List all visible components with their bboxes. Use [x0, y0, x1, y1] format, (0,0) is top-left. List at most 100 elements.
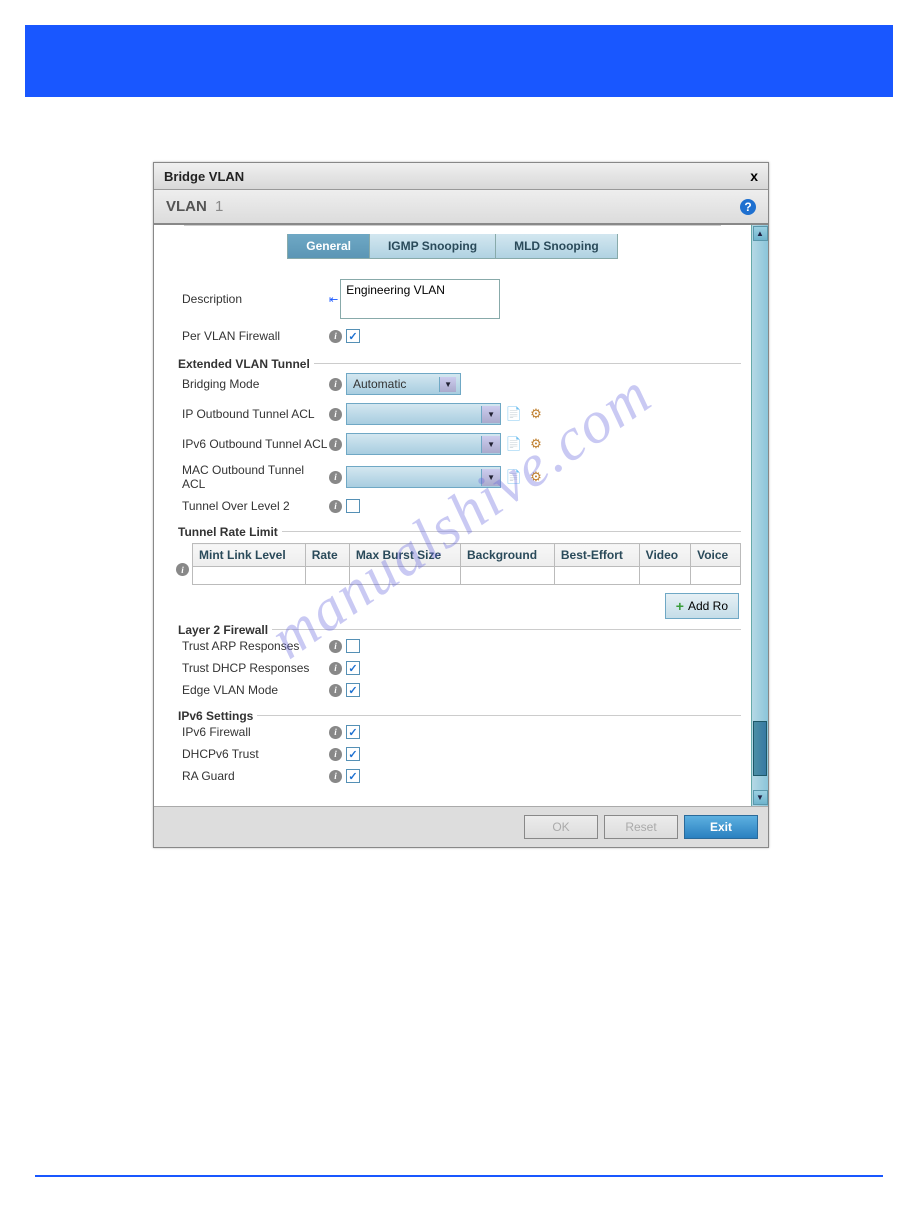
reset-button[interactable]: Reset — [604, 815, 678, 839]
info-icon[interactable]: i — [329, 726, 342, 739]
row-mac-outbound-acl: MAC Outbound Tunnel ACL i 📄 ⚙ — [174, 463, 741, 491]
trust-arp-checkbox[interactable] — [346, 639, 360, 653]
info-icon[interactable]: i — [329, 748, 342, 761]
tab-strip: General IGMP Snooping MLD Snooping — [184, 225, 721, 259]
scrollbar[interactable]: ▲ ▼ — [751, 225, 768, 806]
dhcpv6-trust-label: DHCPv6 Trust — [174, 747, 329, 761]
col-voice[interactable]: Voice — [691, 544, 741, 567]
ipv6-outbound-acl-dropdown[interactable] — [346, 433, 501, 455]
scroll-down-icon[interactable]: ▼ — [753, 790, 768, 805]
trust-dhcp-label: Trust DHCP Responses — [174, 661, 329, 675]
ipv6-outbound-acl-label: IPv6 Outbound Tunnel ACL — [174, 437, 329, 451]
ipv6-fieldset: IPv6 Settings — [174, 705, 741, 725]
mac-outbound-acl-dropdown[interactable] — [346, 466, 501, 488]
col-background[interactable]: Background — [461, 544, 555, 567]
info-icon[interactable]: i — [329, 770, 342, 783]
dialog-footer: OK Reset Exit — [154, 806, 768, 847]
info-icon[interactable]: i — [329, 500, 342, 513]
info-icon[interactable]: i — [329, 408, 342, 421]
add-acl-icon[interactable]: 📄 — [505, 435, 523, 453]
info-icon[interactable]: i — [176, 563, 189, 576]
l2-firewall-fieldset: Layer 2 Firewall — [174, 619, 741, 639]
vlan-label: VLAN 1 — [166, 198, 223, 215]
tab-mld-snooping[interactable]: MLD Snooping — [496, 234, 618, 259]
row-ipv6-firewall: IPv6 Firewall i — [174, 725, 741, 739]
ipv6-firewall-checkbox[interactable] — [346, 725, 360, 739]
info-icon[interactable]: i — [329, 662, 342, 675]
rate-limit-legend: Tunnel Rate Limit — [174, 521, 278, 541]
tab-general[interactable]: General — [287, 234, 370, 259]
mac-outbound-acl-label: MAC Outbound Tunnel ACL — [174, 463, 329, 491]
ip-outbound-acl-dropdown[interactable] — [346, 403, 501, 425]
table-header-row: Mint Link Level Rate Max Burst Size Back… — [193, 544, 741, 567]
dialog-header: Bridge VLAN x — [154, 163, 768, 190]
trust-dhcp-checkbox[interactable] — [346, 661, 360, 675]
info-icon[interactable]: i — [329, 330, 342, 343]
ok-button[interactable]: OK — [524, 815, 598, 839]
add-acl-icon[interactable]: 📄 — [505, 405, 523, 423]
anchor-icon: ⇤ — [329, 293, 338, 306]
row-ipv6-outbound-acl: IPv6 Outbound Tunnel ACL i 📄 ⚙ — [174, 433, 741, 455]
description-input[interactable] — [340, 279, 500, 319]
col-best-effort[interactable]: Best-Effort — [554, 544, 639, 567]
footer-divider — [35, 1175, 883, 1177]
row-ra-guard: RA Guard i — [174, 769, 741, 783]
settings-icon[interactable]: ⚙ — [527, 435, 545, 453]
info-icon[interactable]: i — [329, 438, 342, 451]
plus-icon: + — [676, 598, 684, 614]
info-icon[interactable]: i — [329, 640, 342, 653]
rate-limit-table: Mint Link Level Rate Max Burst Size Back… — [192, 543, 741, 585]
vlan-number: 1 — [215, 198, 223, 215]
col-burst[interactable]: Max Burst Size — [349, 544, 460, 567]
row-trust-arp: Trust ARP Responses i — [174, 639, 741, 653]
l2-firewall-legend: Layer 2 Firewall — [174, 619, 268, 639]
add-row-button[interactable]: + Add Ro — [665, 593, 739, 619]
top-banner — [25, 25, 893, 97]
dialog-body: General IGMP Snooping MLD Snooping Descr… — [154, 225, 768, 806]
bridging-mode-label: Bridging Mode — [174, 377, 329, 391]
close-icon[interactable]: x — [750, 168, 758, 184]
rate-limit-table-wrap: Mint Link Level Rate Max Burst Size Back… — [192, 543, 741, 585]
extended-tunnel-fieldset: Extended VLAN Tunnel — [174, 353, 741, 373]
col-rate[interactable]: Rate — [305, 544, 349, 567]
row-trust-dhcp: Trust DHCP Responses i — [174, 661, 741, 675]
tunnel-over-l2-label: Tunnel Over Level 2 — [174, 499, 329, 513]
description-label: Description — [174, 292, 329, 306]
ipv6-legend: IPv6 Settings — [174, 705, 253, 725]
dialog-subheader: VLAN 1 ? — [154, 190, 768, 225]
form-area: Description ⇤ Per VLAN Firewall i Extend… — [154, 259, 751, 796]
content-area: General IGMP Snooping MLD Snooping Descr… — [154, 225, 751, 806]
info-icon[interactable]: i — [329, 684, 342, 697]
bridging-mode-dropdown[interactable]: Automatic — [346, 373, 461, 395]
tab-igmp-snooping[interactable]: IGMP Snooping — [370, 234, 496, 259]
ipv6-firewall-label: IPv6 Firewall — [174, 725, 329, 739]
scroll-up-icon[interactable]: ▲ — [753, 226, 768, 241]
per-vlan-firewall-checkbox[interactable] — [346, 329, 360, 343]
col-video[interactable]: Video — [639, 544, 690, 567]
divider — [282, 531, 741, 532]
exit-button[interactable]: Exit — [684, 815, 758, 839]
tunnel-over-l2-checkbox[interactable] — [346, 499, 360, 513]
settings-icon[interactable]: ⚙ — [527, 468, 545, 486]
add-acl-icon[interactable]: 📄 — [505, 468, 523, 486]
bridge-vlan-dialog: Bridge VLAN x VLAN 1 ? General IGMP Snoo… — [153, 162, 769, 848]
ra-guard-checkbox[interactable] — [346, 769, 360, 783]
scroll-thumb[interactable] — [753, 721, 767, 776]
dhcpv6-trust-checkbox[interactable] — [346, 747, 360, 761]
divider — [314, 363, 741, 364]
row-description: Description ⇤ — [174, 279, 741, 319]
table-row[interactable] — [193, 567, 741, 585]
row-per-vlan-firewall: Per VLAN Firewall i — [174, 329, 741, 343]
edge-vlan-label: Edge VLAN Mode — [174, 683, 329, 697]
help-icon[interactable]: ? — [740, 199, 756, 215]
info-icon[interactable]: i — [329, 471, 342, 484]
divider — [257, 715, 741, 716]
col-mint[interactable]: Mint Link Level — [193, 544, 306, 567]
row-ip-outbound-acl: IP Outbound Tunnel ACL i 📄 ⚙ — [174, 403, 741, 425]
dialog-title: Bridge VLAN — [164, 169, 244, 184]
bridging-mode-value: Automatic — [353, 377, 406, 391]
settings-icon[interactable]: ⚙ — [527, 405, 545, 423]
edge-vlan-checkbox[interactable] — [346, 683, 360, 697]
info-icon[interactable]: i — [329, 378, 342, 391]
add-row-label: Add Ro — [688, 599, 728, 613]
